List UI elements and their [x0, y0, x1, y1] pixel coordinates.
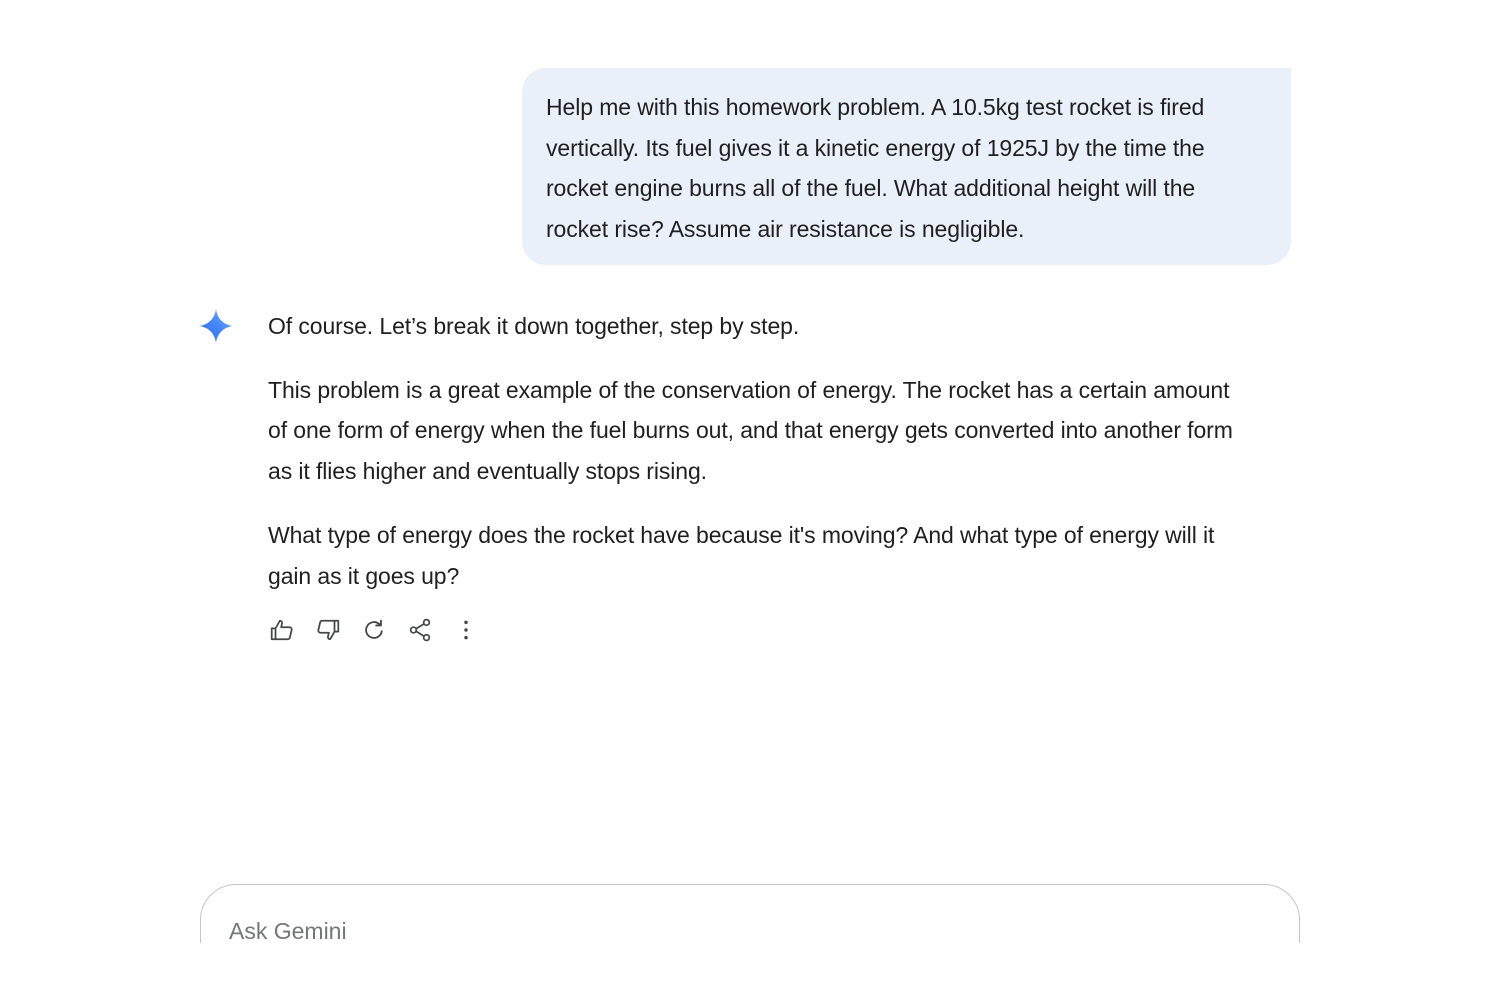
thumbs-down-icon: [317, 619, 340, 641]
response-line: as it flies higher and eventually stops …: [268, 457, 707, 484]
chat-page: Help me with this homework problem. A 10…: [0, 0, 1500, 1000]
user-message-line: rocket rise? Assume air resistance is ne…: [546, 215, 1025, 242]
response-line: This problem is a great example of the c…: [268, 376, 1230, 403]
response-line: of one form of energy when the fuel burn…: [268, 417, 1233, 443]
gemini-response: Of course. Let’s break it down together,…: [268, 306, 1298, 620]
more-options-icon: [464, 620, 468, 640]
user-message-line: vertically. Its fuel gives it a kinetic …: [546, 134, 1205, 161]
response-intro: Of course. Let’s break it down together,…: [268, 313, 800, 339]
response-line: What type of energy does the rocket have…: [268, 522, 1215, 548]
user-message-line: rocket engine burns all of the fuel. Wha…: [546, 175, 1196, 201]
response-paragraph-2: What type of energy does the rocket have…: [268, 515, 1298, 596]
response-paragraph-1: This problem is a great example of the c…: [268, 370, 1298, 492]
gemini-spark-icon: [197, 307, 235, 345]
regenerate-button[interactable]: [356, 612, 392, 648]
share-button[interactable]: [402, 612, 438, 648]
bottom-crop-area: [0, 943, 1500, 1000]
response-line: gain as it goes up?: [268, 562, 460, 589]
thumbs-up-icon: [270, 619, 293, 641]
thumbs-up-button[interactable]: [264, 612, 300, 648]
share-icon: [409, 618, 431, 642]
thumbs-down-button[interactable]: [310, 612, 346, 648]
response-actions-bar: [264, 612, 494, 648]
more-options-button[interactable]: [448, 612, 484, 648]
user-message-line: Help me with this homework problem. A 10…: [546, 94, 1205, 120]
user-message-bubble: Help me with this homework problem. A 10…: [522, 68, 1291, 265]
regenerate-icon: [365, 619, 383, 639]
